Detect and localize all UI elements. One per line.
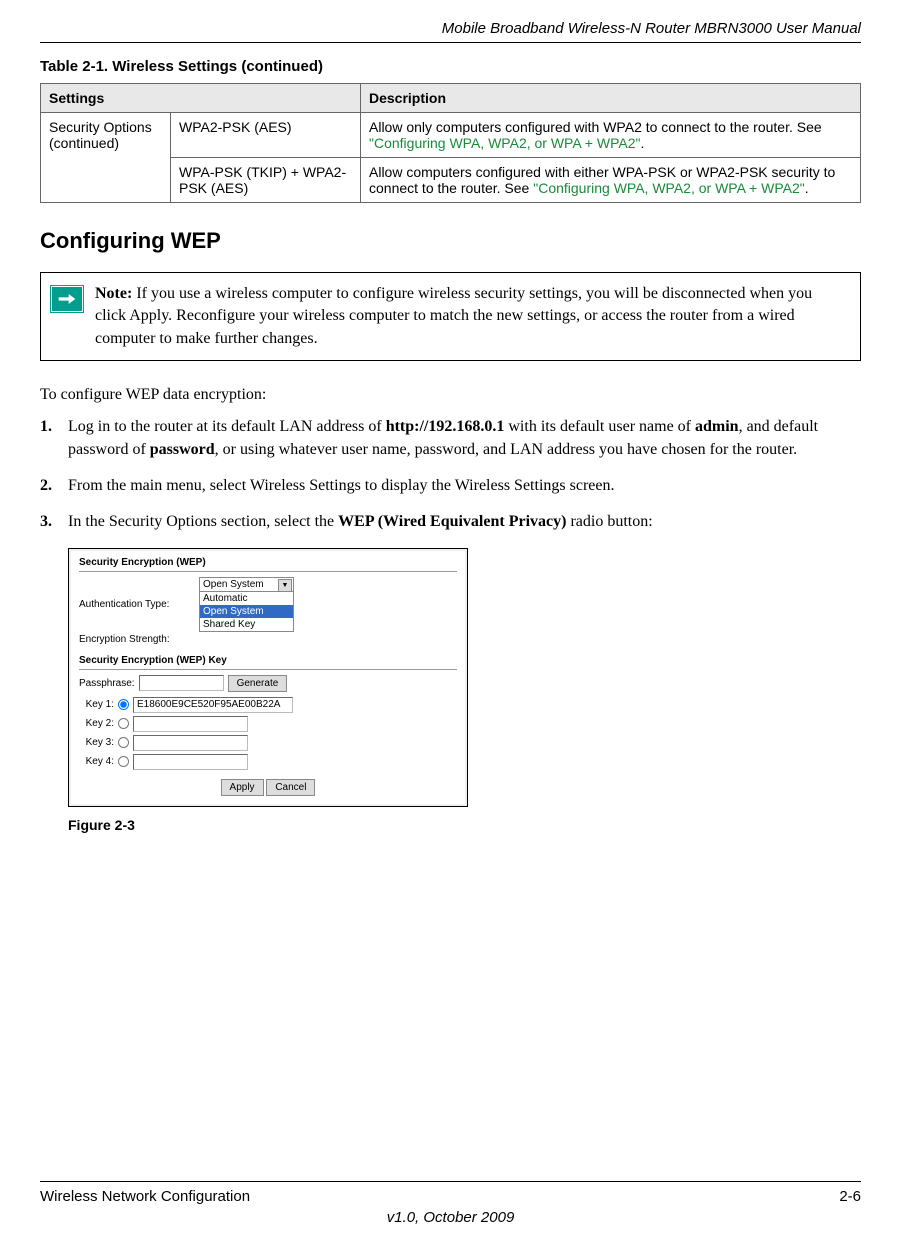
step-text: with its default user name of [504,418,695,435]
note-body: If you use a wireless computer to config… [95,285,812,347]
key2-radio[interactable] [118,718,129,729]
footer-rule [40,1181,861,1182]
generate-button[interactable]: Generate [228,675,288,692]
group-title-wep: Security Encryption (WEP) [79,557,457,568]
footer: Wireless Network Configuration 2-6 v1.0,… [40,1181,861,1226]
intro-paragraph: To configure WEP data encryption: [40,386,861,404]
step-list: Log in to the router at its default LAN … [40,416,861,534]
cell-wpa-psk-tkip: WPA-PSK (TKIP) + WPA2-PSK (AES) [171,158,361,203]
key1-label: Key 1: [79,699,114,710]
divider [79,669,457,670]
passphrase-input[interactable] [139,675,224,691]
settings-table: Settings Description Security Options (c… [40,83,861,203]
desc-text: . [640,135,644,151]
step-2: From the main menu, select Wireless Sett… [40,475,861,497]
arrow-right-icon [51,286,83,312]
footer-page-number: 2-6 [839,1188,861,1205]
dropdown-selected: Open System ▼ [200,578,293,592]
note-text: Note: If you use a wireless computer to … [95,283,845,350]
key3-input[interactable] [133,735,248,751]
dropdown-option[interactable]: Open System [200,605,293,618]
dropdown-selected-text: Open System [203,579,264,590]
step-1: Log in to the router at its default LAN … [40,416,861,461]
encryption-strength-label: Encryption Strength: [79,634,199,645]
table-caption: Table 2-1. Wireless Settings (continued) [40,58,861,75]
key1-input[interactable]: E18600E9CE520F95AE00B22A [133,697,293,713]
dropdown-option[interactable]: Automatic [200,592,293,605]
figure-wrap: Security Encryption (WEP) Authentication… [68,548,861,833]
key3-label: Key 3: [79,737,114,748]
passphrase-label: Passphrase: [79,678,135,689]
chevron-down-icon[interactable]: ▼ [278,579,292,592]
table-header-settings: Settings [41,84,361,113]
step-3: In the Security Options section, select … [40,511,861,533]
key1-radio[interactable] [118,699,129,710]
step-bold: password [150,441,215,458]
step-bold: http://192.168.0.1 [386,418,505,435]
step-bold: admin [695,418,739,435]
cell-security-options: Security Options (continued) [41,113,171,203]
table-header-description: Description [361,84,861,113]
key4-label: Key 4: [79,756,114,767]
link-configuring-wpa[interactable]: "Configuring WPA, WPA2, or WPA + WPA2" [533,180,804,196]
footer-version: v1.0, October 2009 [40,1209,861,1226]
dropdown-option[interactable]: Shared Key [200,618,293,631]
wep-settings-screenshot: Security Encryption (WEP) Authentication… [68,548,468,807]
cancel-button[interactable]: Cancel [266,779,315,796]
footer-section-name: Wireless Network Configuration [40,1188,250,1205]
desc-text: Allow only computers configured with WPA… [369,119,822,135]
auth-type-label: Authentication Type: [79,599,199,610]
figure-caption: Figure 2-3 [68,817,861,833]
note-label: Note: [95,285,132,302]
step-bold: WEP (Wired Equivalent Privacy) [338,513,566,530]
key2-input[interactable] [133,716,248,732]
link-configuring-wpa[interactable]: "Configuring WPA, WPA2, or WPA + WPA2" [369,135,640,151]
apply-button[interactable]: Apply [221,779,264,796]
section-heading-configuring-wep: Configuring WEP [40,228,861,254]
desc-text: . [805,180,809,196]
header-rule [40,42,861,43]
cell-desc-1: Allow only computers configured with WPA… [361,113,861,158]
step-text: Log in to the router at its default LAN … [68,418,386,435]
cell-desc-2: Allow computers configured with either W… [361,158,861,203]
key4-radio[interactable] [118,756,129,767]
key2-label: Key 2: [79,718,114,729]
step-text: , or using whatever user name, password,… [215,441,798,458]
cell-wpa2-psk: WPA2-PSK (AES) [171,113,361,158]
step-text: radio button: [566,513,652,530]
auth-type-select[interactable]: Open System ▼ Automatic Open System Shar… [199,577,294,632]
key3-radio[interactable] [118,737,129,748]
key4-input[interactable] [133,754,248,770]
divider [79,571,457,572]
group-title-wep-key: Security Encryption (WEP) Key [79,655,457,666]
note-box: Note: If you use a wireless computer to … [40,272,861,361]
page-header-title: Mobile Broadband Wireless-N Router MBRN3… [40,20,861,37]
step-text: In the Security Options section, select … [68,513,338,530]
table-row: Security Options (continued) WPA2-PSK (A… [41,113,861,158]
